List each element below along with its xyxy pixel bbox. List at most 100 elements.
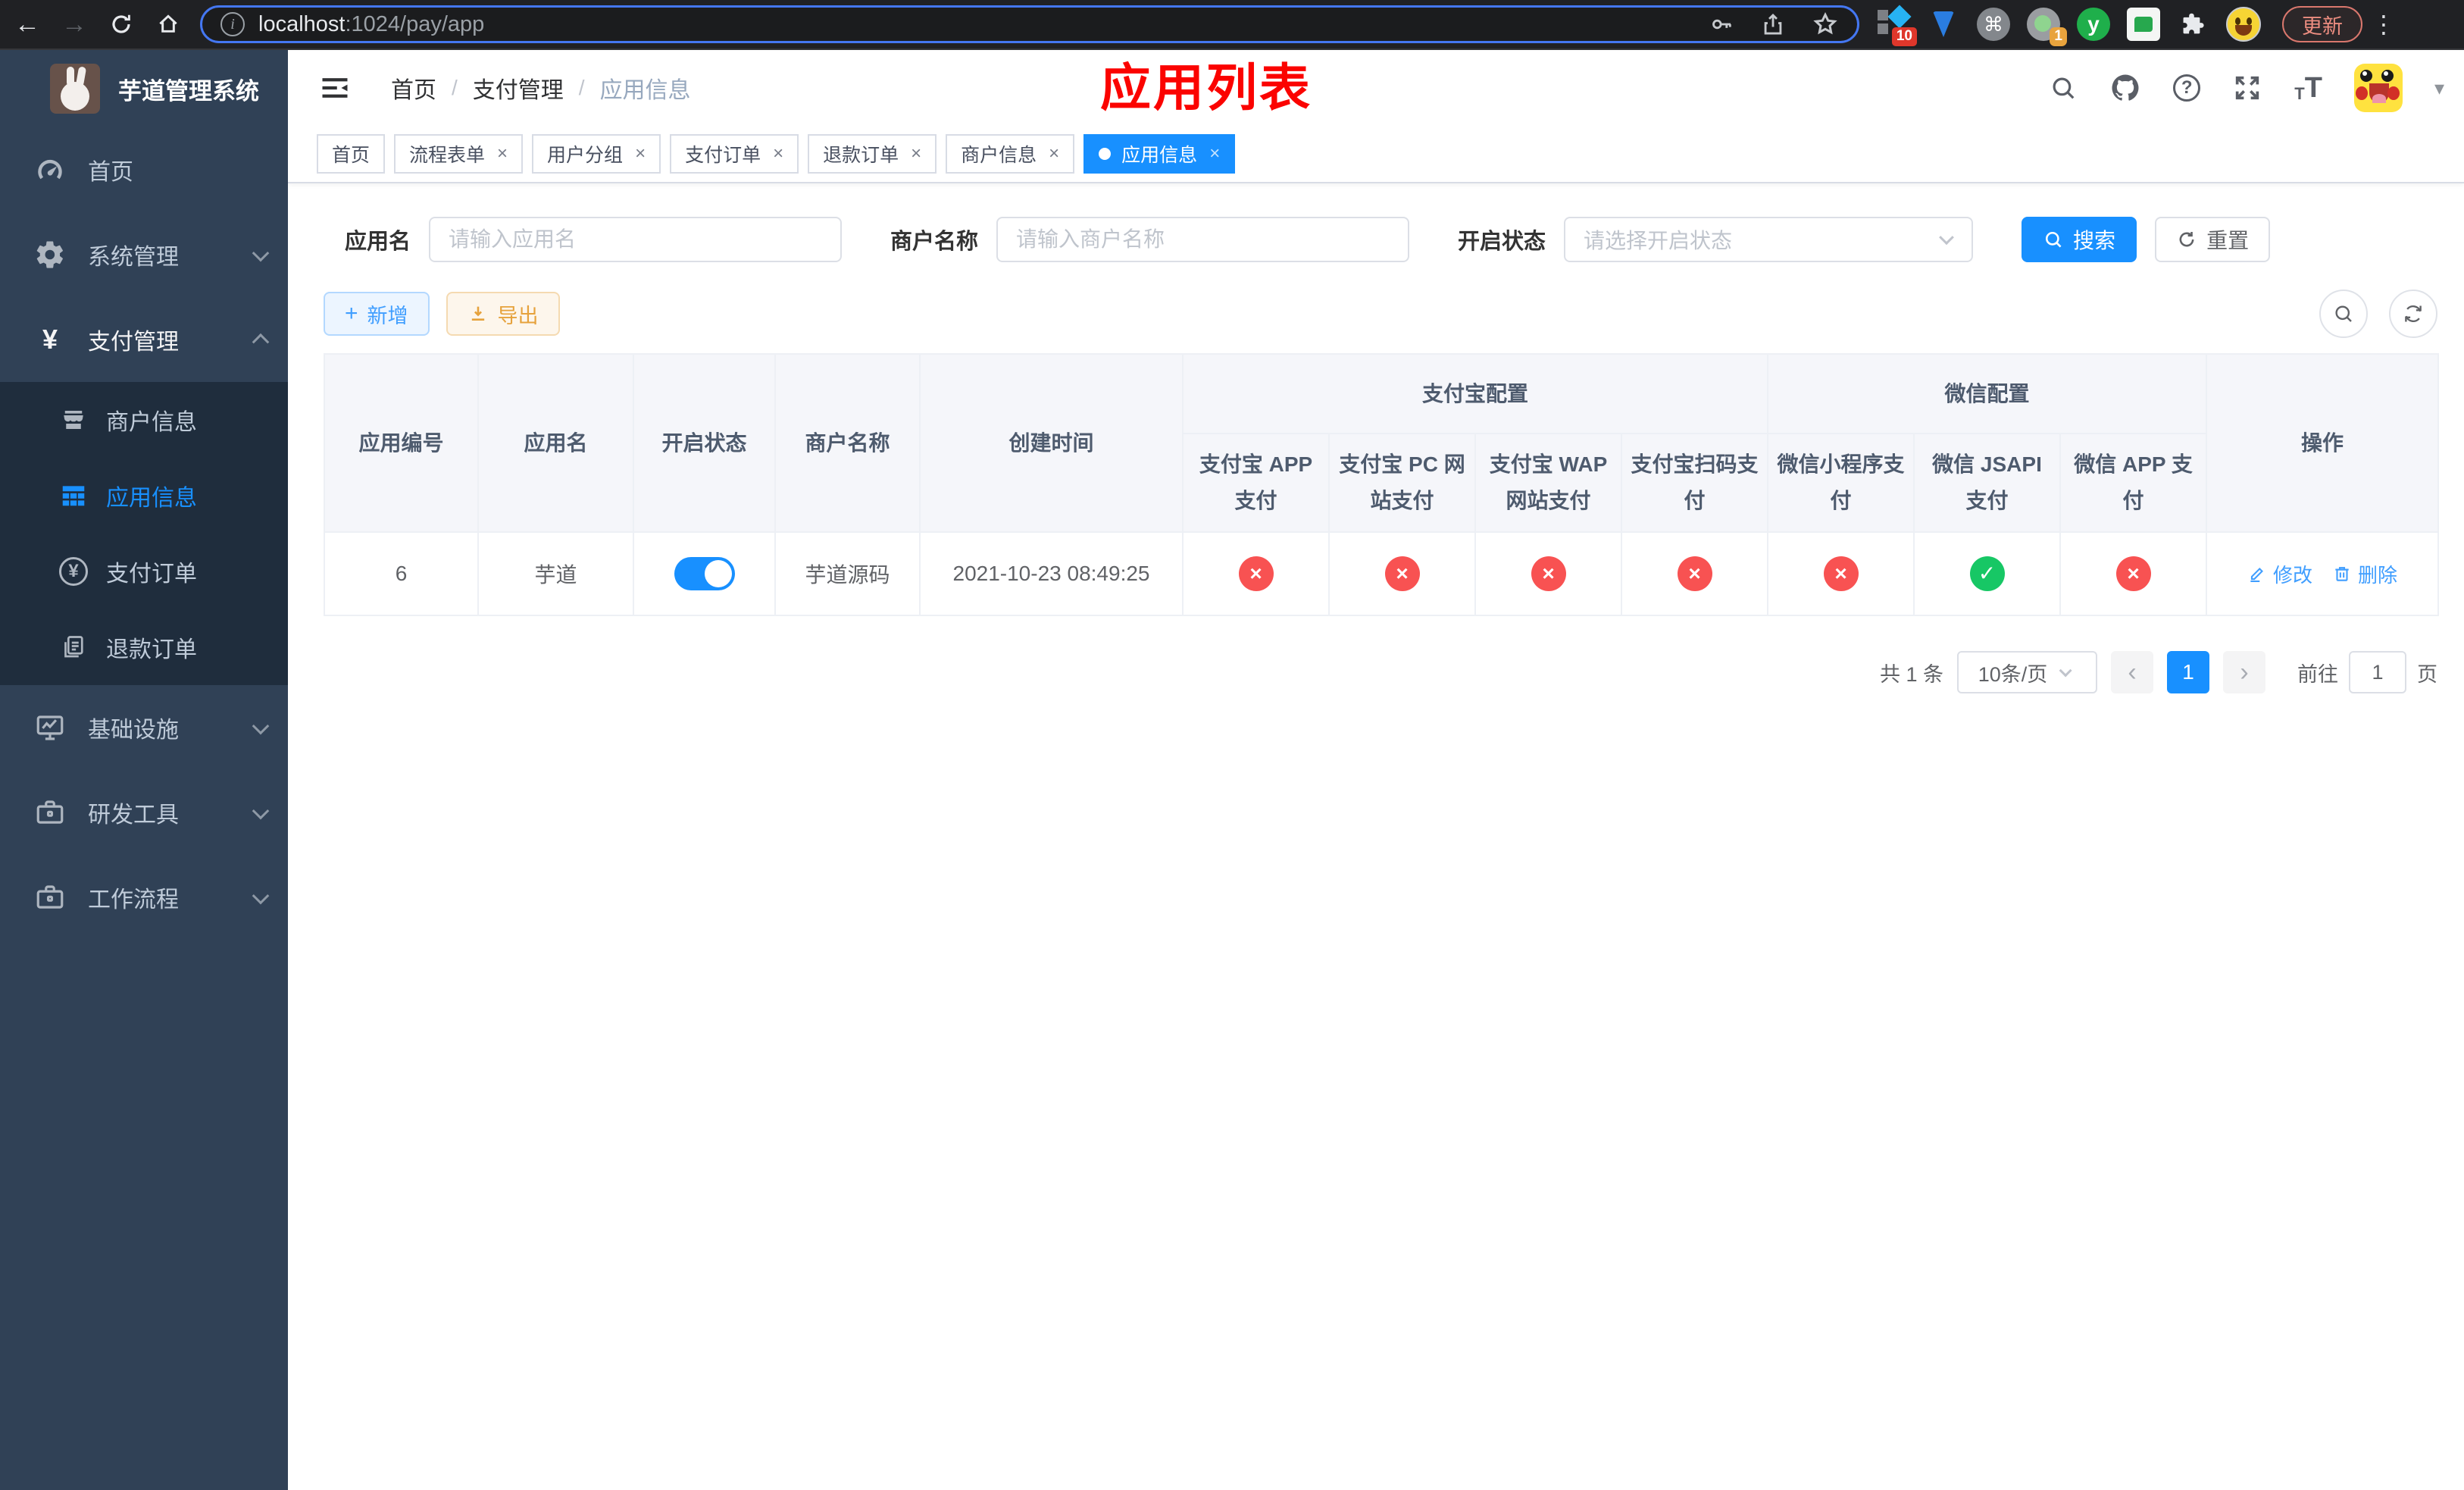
sidebar-item-workflow[interactable]: 工作流程	[0, 855, 288, 940]
home-icon	[159, 14, 177, 33]
tab-home[interactable]: 首页	[317, 134, 386, 174]
sidebar-collapse-button[interactable]	[318, 71, 352, 105]
y-logo-icon: y	[2077, 8, 2110, 41]
tab-close-icon[interactable]: ×	[773, 143, 783, 164]
bookmark-star-icon[interactable]	[1812, 11, 1839, 38]
tab-close-icon[interactable]: ×	[1049, 143, 1059, 164]
site-info-icon[interactable]: i	[220, 12, 245, 36]
extension-chat-icon[interactable]	[2126, 7, 2161, 42]
share-icon[interactable]	[1760, 11, 1786, 37]
tab-label: 支付订单	[685, 145, 761, 166]
avatar-caret-icon[interactable]: ▾	[2434, 77, 2444, 100]
extension-command-icon[interactable]: ⌘	[1976, 7, 2011, 42]
sidebar-item-app-info[interactable]: 应用信息	[0, 458, 288, 534]
page-unit-label: 页	[2417, 662, 2437, 686]
browser-home-button[interactable]	[149, 5, 188, 44]
reset-button[interactable]: 重置	[2155, 217, 2271, 262]
tab-label: 首页	[332, 145, 371, 166]
edit-label: 修改	[2273, 563, 2313, 587]
profile-avatar[interactable]	[2226, 7, 2261, 42]
tab-close-icon[interactable]: ×	[1209, 143, 1220, 164]
tab-process-form[interactable]: 流程表单 ×	[394, 134, 524, 174]
app-logo-row[interactable]: 芋道管理系统	[0, 50, 288, 127]
tab-refund-orders[interactable]: 退款订单 ×	[808, 134, 937, 174]
breadcrumb-home[interactable]: 首页	[391, 71, 436, 105]
tab-close-icon[interactable]: ×	[911, 143, 921, 164]
help-button[interactable]: ?	[2173, 74, 2201, 102]
sidebar-item-home[interactable]: 首页	[0, 127, 288, 212]
tab-close-icon[interactable]: ×	[635, 143, 646, 164]
col-header-created: 创建时间	[919, 353, 1184, 533]
tab-label: 商户信息	[961, 145, 1037, 166]
breadcrumb-current: 应用信息	[599, 78, 691, 103]
yen-icon: ¥	[42, 324, 58, 355]
sidebar-item-merchant-info[interactable]: 商户信息	[0, 382, 288, 458]
export-button[interactable]: 导出	[446, 292, 560, 336]
user-avatar[interactable]	[2353, 64, 2403, 112]
emoji-face-icon	[2226, 7, 2261, 42]
active-dot-icon	[1099, 148, 1112, 160]
fullscreen-button[interactable]	[2232, 73, 2262, 103]
main-content: 应用名 商户名称 开启状态 请选择开启状态 搜索 重置 + 新增 导出	[288, 183, 2464, 1490]
browser-menu-button[interactable]: ⋮	[2372, 10, 2396, 39]
col-header-wx-app: 微信 APP 支付	[2059, 433, 2208, 533]
search-button[interactable]: 搜索	[2022, 217, 2137, 262]
next-page-button[interactable]: ›	[2223, 651, 2265, 693]
cell-app-name: 芋道	[477, 531, 634, 616]
refresh-table-button[interactable]	[2389, 290, 2437, 338]
browser-reload-button[interactable]	[102, 5, 141, 44]
app-table: 应用编号 应用名 开启状态 商户名称 创建时间 支付宝配置 微信配置 操作 支付…	[324, 353, 2440, 616]
extension-recorder-icon[interactable]: 1	[2026, 7, 2067, 46]
breadcrumb: 首页 / 支付管理 / 应用信息	[391, 71, 691, 105]
extension-y-icon[interactable]: y	[2076, 7, 2111, 42]
url-host: localhost	[258, 11, 346, 36]
app-name-input[interactable]	[429, 217, 843, 262]
url-path: :1024/pay/app	[345, 11, 485, 36]
sidebar-item-system[interactable]: 系统管理	[0, 212, 288, 297]
sidebar-item-infrastructure[interactable]: 基础设施	[0, 685, 288, 770]
password-key-icon[interactable]	[1709, 11, 1734, 37]
merchant-name-input[interactable]	[996, 217, 1410, 262]
sidebar-item-refund-orders[interactable]: 退款订单	[0, 609, 288, 685]
header-search-button[interactable]	[2049, 74, 2078, 102]
chrome-update-button[interactable]: 更新	[2282, 6, 2362, 42]
tab-merchant-info[interactable]: 商户信息 ×	[946, 134, 1075, 174]
breadcrumb-payment[interactable]: 支付管理	[473, 71, 564, 105]
edit-link[interactable]: 修改	[2247, 560, 2312, 588]
github-button[interactable]	[2109, 72, 2141, 104]
browser-toolbar: ← → i localhost:1024/pay/app 10 ⌘ 1 y 更新…	[0, 0, 2464, 50]
address-bar[interactable]: i localhost:1024/pay/app	[200, 5, 1859, 43]
col-header-app-id: 应用编号	[324, 353, 479, 533]
browser-back-button[interactable]: ←	[8, 5, 47, 44]
sidebar-item-payment[interactable]: ¥ 支付管理	[0, 297, 288, 382]
status-toggle[interactable]	[674, 557, 735, 590]
goto-page-input[interactable]	[2349, 651, 2406, 693]
browser-forward-button[interactable]: →	[55, 5, 94, 44]
status-select[interactable]: 请选择开启状态	[1564, 217, 1974, 262]
font-size-button[interactable]: TT	[2294, 74, 2322, 102]
tab-close-icon[interactable]: ×	[497, 143, 508, 164]
add-button[interactable]: + 新增	[324, 292, 430, 336]
tab-pay-orders[interactable]: 支付订单 ×	[670, 134, 799, 174]
extension-devtools-icon[interactable]: 10	[1876, 5, 1917, 46]
trash-icon	[2335, 567, 2349, 581]
monitor-chart-icon	[32, 712, 68, 743]
col-header-actions: 操作	[2206, 353, 2440, 533]
sidebar-item-label: 研发工具	[88, 803, 179, 828]
tab-user-group[interactable]: 用户分组 ×	[532, 134, 661, 174]
chevron-down-icon	[252, 717, 270, 735]
tab-label: 用户分组	[547, 145, 624, 166]
alipay-qr-cross-icon: ×	[1677, 556, 1712, 591]
url-text[interactable]: localhost:1024/pay/app	[258, 12, 1709, 37]
hide-search-button[interactable]	[2319, 290, 2368, 338]
page-1-button[interactable]: 1	[2167, 651, 2209, 693]
sidebar-item-pay-orders[interactable]: ¥ 支付订单	[0, 534, 288, 609]
tab-app-info[interactable]: 应用信息 ×	[1083, 134, 1236, 174]
extension-gem-icon[interactable]	[1926, 7, 1961, 42]
chat-icon	[2127, 8, 2160, 41]
extensions-menu-button[interactable]	[2176, 7, 2211, 42]
delete-link[interactable]: 删除	[2332, 560, 2397, 588]
sidebar-item-dev-tools[interactable]: 研发工具	[0, 770, 288, 855]
prev-page-button[interactable]: ‹	[2111, 651, 2153, 693]
page-size-select[interactable]: 10条/页	[1957, 651, 2097, 693]
